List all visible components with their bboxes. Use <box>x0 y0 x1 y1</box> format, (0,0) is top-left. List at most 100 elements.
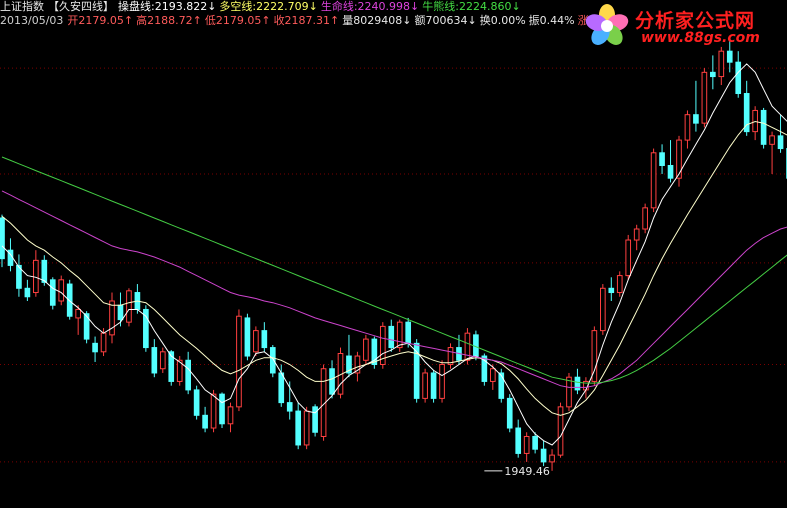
candle-down <box>329 368 335 395</box>
candle-down <box>24 287 31 298</box>
indicator-line-2: 生命线:2240.998↓ <box>320 0 420 13</box>
candle-up <box>464 332 471 361</box>
quote-item-6: 换0.00% <box>479 14 526 27</box>
operate-line <box>1 63 787 446</box>
candle-up <box>633 228 640 241</box>
candle-down <box>430 372 437 399</box>
candle-up <box>523 435 530 454</box>
site-logo: 分析家公式网 www.88gs.com <box>581 2 781 50</box>
quote-item-7: 振0.44% <box>528 14 575 27</box>
candle-up <box>210 393 217 429</box>
quote-header: 2013/05/03 开2179.05↑ 高2188.72↑ 低2179.05↑ 收21… <box>0 14 624 27</box>
quote-item-5: 额700634↓ <box>414 14 477 27</box>
candle-up <box>642 207 648 230</box>
candle-down <box>608 287 615 294</box>
candle-up <box>58 279 65 302</box>
candle-up <box>625 239 632 277</box>
candle-up <box>236 315 242 408</box>
candle-down <box>693 114 699 124</box>
indicator-name: 【久安四线】 <box>48 0 114 13</box>
candle-down <box>743 93 750 133</box>
candle-up <box>718 50 725 78</box>
candle-down <box>185 359 191 391</box>
candle-up <box>227 406 234 425</box>
candle-up <box>253 330 259 353</box>
candle-down <box>532 435 538 450</box>
bull-bear-line <box>1 156 787 384</box>
candle-up <box>396 321 403 349</box>
candle-down <box>0 217 5 260</box>
candle-down <box>66 283 73 317</box>
candle-down <box>515 427 522 454</box>
quote-item-1: 高2188.72↑ <box>136 14 202 27</box>
candle-up <box>489 368 496 382</box>
candle-down <box>49 279 56 306</box>
candle-down <box>405 321 412 344</box>
flower-logo-icon <box>585 4 629 45</box>
candle-down <box>151 347 158 374</box>
candle-down <box>193 389 200 416</box>
candle-up <box>676 139 682 179</box>
candle-down <box>41 259 48 283</box>
candle-up <box>769 135 775 145</box>
quote-date: 2013/05/03 <box>0 14 64 27</box>
logo-url: www.88gs.com <box>641 30 760 46</box>
candle-up <box>439 364 445 399</box>
candle-down <box>659 152 665 166</box>
logo-name: 分析家公式网 <box>635 10 756 32</box>
indicator-line-1: 多空线:2222.709↓ <box>219 0 318 13</box>
candle-up <box>75 308 81 319</box>
quote-item-2: 低2179.05↑ <box>204 14 271 27</box>
candle-down <box>219 393 225 425</box>
candle-up <box>109 300 115 336</box>
quote-item-0: 开2179.05↑ <box>67 14 134 27</box>
quote-values: 开2179.05↑ 高2188.72↑ 低2179.05↑ 收2187.31↑ 量802… <box>67 14 620 27</box>
candle-up <box>422 372 428 399</box>
candle-up <box>126 290 132 323</box>
candle-down <box>574 376 581 391</box>
candle-down <box>498 372 505 399</box>
indicator-line-0: 操盘线:2193.822↓ <box>118 0 217 13</box>
candle-up <box>363 338 369 361</box>
candle-up <box>159 351 166 370</box>
quote-item-3: 收2187.31↑ <box>273 14 340 27</box>
indicator-line-3: 牛熊线:2224.860↓ <box>422 0 521 13</box>
index-title: 上证指数 <box>0 0 44 13</box>
candle-down <box>735 61 742 95</box>
indicator-header: 上证指数 【久安四线】 操盘线:2193.822↓ 多空线:2222.709↓ 生命线:… <box>0 0 528 13</box>
low-price-label: 1949.46 <box>504 465 550 478</box>
candle-down <box>506 397 513 429</box>
candle-down <box>117 304 124 321</box>
candle-up <box>600 287 606 332</box>
candle-up <box>100 332 107 353</box>
candle-down <box>202 414 208 429</box>
candle-down <box>726 50 733 63</box>
candlestick-chart[interactable]: 1949.46 <box>0 0 787 508</box>
candle-down <box>540 448 547 463</box>
candle-down <box>760 109 767 145</box>
candle-up <box>557 406 564 456</box>
candle-down <box>710 71 716 78</box>
candle-down <box>295 410 302 446</box>
candle-down <box>244 317 251 357</box>
candle-up <box>701 71 708 124</box>
candle-down <box>473 334 479 357</box>
life-line <box>1 190 787 388</box>
candle-down <box>278 372 285 404</box>
candle-down <box>667 164 674 179</box>
chart-window: 1949.46 上证指数 【久安四线】 操盘线:2193.822↓ 多空线:2222.… <box>0 0 787 508</box>
candle-down <box>777 135 784 150</box>
candle-up <box>303 410 310 446</box>
candle-down <box>269 347 276 374</box>
quote-item-4: 量8029408↓ <box>342 14 412 27</box>
candle-up <box>566 376 572 408</box>
candle-up <box>616 275 623 294</box>
indicator-lines: 操盘线:2193.822↓ 多空线:2222.709↓ 生命线:2240.998↓ 牛… <box>118 0 524 13</box>
candle-down <box>261 330 268 349</box>
candle-up <box>650 152 657 209</box>
candle-down <box>286 402 293 412</box>
candle-down <box>92 342 98 353</box>
candle-up <box>684 114 691 141</box>
candle-up <box>549 454 555 463</box>
candle-down <box>388 325 395 349</box>
